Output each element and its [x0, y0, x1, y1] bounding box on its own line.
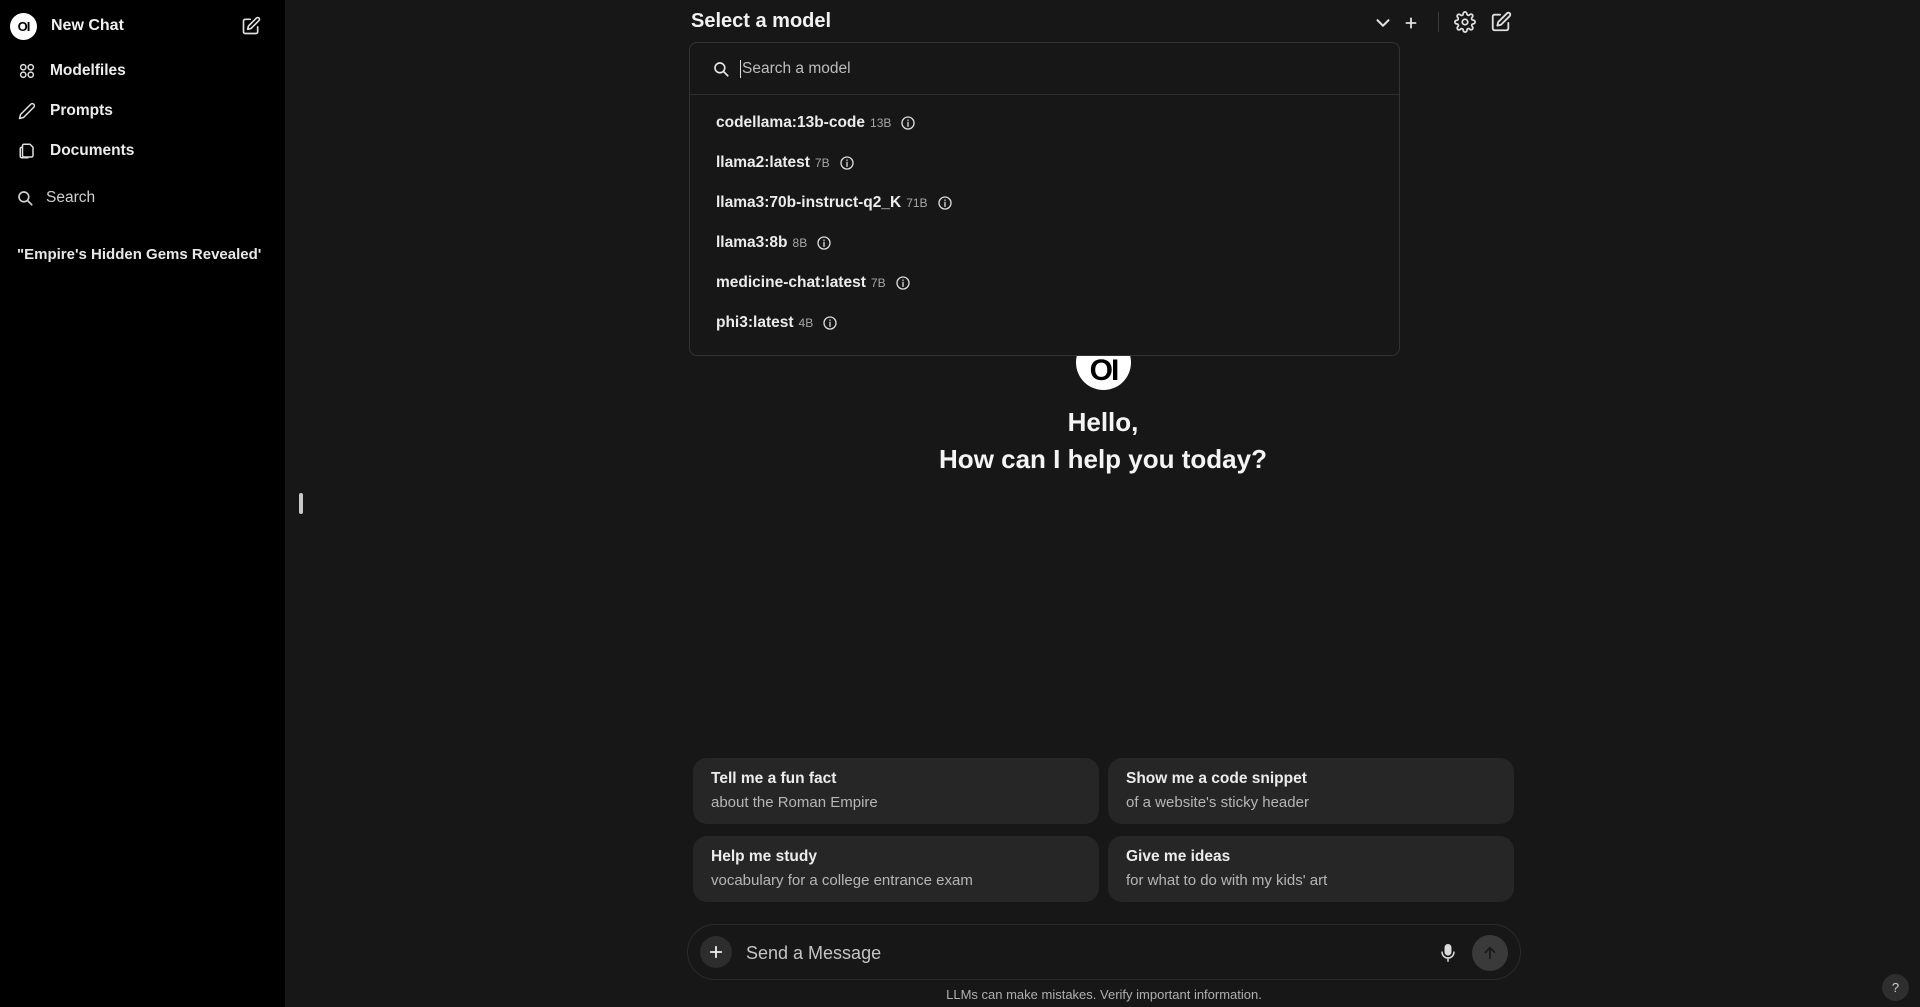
- model-option[interactable]: medicine-chat:latest 7B: [690, 263, 1399, 303]
- pencil-square-icon[interactable]: [241, 16, 261, 36]
- grid-icon: [19, 63, 35, 79]
- message-input-bar: [687, 924, 1521, 980]
- model-size: 7B: [814, 156, 830, 170]
- model-size: 7B: [870, 276, 886, 290]
- info-icon[interactable]: [895, 275, 911, 291]
- model-search-bar: [690, 43, 1399, 95]
- assistant-logo-text: OI: [1089, 354, 1120, 387]
- sidebar-search-label: Search: [46, 189, 96, 206]
- message-input[interactable]: [746, 939, 1406, 967]
- sidebar-resize-handle[interactable]: [299, 493, 303, 514]
- model-name: medicine-chat:latest: [716, 274, 866, 291]
- model-size: 71B: [906, 196, 928, 210]
- send-button[interactable]: [1472, 935, 1508, 971]
- help-button[interactable]: ?: [1882, 974, 1909, 1001]
- suggestion-title: Show me a code snippet: [1126, 770, 1307, 787]
- gear-icon[interactable]: [1454, 11, 1476, 33]
- info-icon[interactable]: [839, 155, 855, 171]
- attach-button[interactable]: [700, 936, 732, 968]
- new-chat-button[interactable]: OI New Chat: [10, 10, 265, 42]
- sidebar-item-modelfiles[interactable]: Modelfiles: [10, 54, 265, 88]
- sidebar-item-label: Documents: [50, 142, 135, 159]
- model-name: phi3:latest: [716, 314, 794, 331]
- model-search-input[interactable]: [740, 59, 1340, 78]
- greeting-line-1: Hello,: [1067, 407, 1139, 437]
- suggestion-card[interactable]: Help me study vocabulary for a college e…: [693, 836, 1099, 902]
- model-option[interactable]: codellama:13b-code 13B: [690, 103, 1399, 143]
- plus-icon[interactable]: [1400, 12, 1422, 34]
- info-icon[interactable]: [937, 195, 953, 211]
- sidebar-item-documents[interactable]: Documents: [10, 134, 265, 168]
- sidebar-item-label: Prompts: [50, 102, 113, 119]
- documents-icon: [19, 143, 34, 159]
- suggestion-card[interactable]: Tell me a fun fact about the Roman Empir…: [693, 758, 1099, 824]
- microphone-icon[interactable]: [1437, 942, 1459, 964]
- info-icon[interactable]: [816, 235, 832, 251]
- app-logo: OI: [10, 12, 37, 40]
- toolbar-divider: [1438, 12, 1439, 32]
- suggestion-card[interactable]: Give me ideas for what to do with my kid…: [1108, 836, 1514, 902]
- suggestion-title: Give me ideas: [1126, 848, 1231, 865]
- suggestion-subtitle: for what to do with my kids' art: [1126, 872, 1328, 889]
- search-icon: [714, 61, 729, 77]
- plus-icon: [709, 945, 723, 959]
- info-icon[interactable]: [900, 115, 916, 131]
- sidebar-item-label: Modelfiles: [50, 62, 126, 79]
- model-option[interactable]: phi3:latest 4B: [690, 303, 1399, 343]
- model-size: 13B: [870, 116, 892, 130]
- model-option[interactable]: llama2:latest 7B: [690, 143, 1399, 183]
- chat-history-item[interactable]: "Empire's Hidden Gems Revealed': [10, 242, 270, 266]
- model-size: 4B: [798, 316, 814, 330]
- suggestion-title: Help me study: [711, 848, 817, 865]
- greeting-line-2: How can I help you today?: [939, 444, 1267, 474]
- model-name: llama3:70b-instruct-q2_K: [716, 194, 902, 211]
- suggestion-card[interactable]: Show me a code snippet of a website's st…: [1108, 758, 1514, 824]
- sidebar-search[interactable]: Search: [10, 181, 265, 215]
- chevron-down-icon[interactable]: [1372, 12, 1394, 34]
- suggestion-subtitle: vocabulary for a college entrance exam: [711, 872, 973, 889]
- suggestion-subtitle: about the Roman Empire: [711, 794, 878, 811]
- suggestion-title: Tell me a fun fact: [711, 770, 837, 787]
- sidebar: OI New Chat Modelfiles Prompts Documents…: [0, 0, 285, 1007]
- model-name: llama3:8b: [716, 234, 788, 251]
- model-option[interactable]: llama3:70b-instruct-q2_K 71B: [690, 183, 1399, 223]
- suggestion-subtitle: of a website's sticky header: [1126, 794, 1309, 811]
- pencil-icon: [18, 102, 36, 120]
- info-icon[interactable]: [822, 315, 838, 331]
- model-name: codellama:13b-code: [716, 114, 866, 131]
- sidebar-item-prompts[interactable]: Prompts: [10, 94, 265, 128]
- model-dropdown: codellama:13b-code 13B llama2:latest 7B …: [689, 42, 1400, 356]
- app-root: OI New Chat Modelfiles Prompts Documents…: [0, 0, 1920, 1007]
- model-selector-title[interactable]: Select a model: [691, 10, 831, 33]
- new-chat-icon[interactable]: [1490, 11, 1512, 33]
- model-option[interactable]: llama3:8b 8B: [690, 223, 1399, 263]
- model-size: 8B: [792, 236, 808, 250]
- new-chat-label: New Chat: [51, 17, 124, 34]
- arrow-up-icon: [1484, 946, 1496, 960]
- disclaimer-text: LLMs can make mistakes. Verify important…: [946, 987, 1262, 1002]
- model-name: llama2:latest: [716, 154, 810, 171]
- greeting: Hello, How can I help you today?: [800, 404, 1406, 478]
- search-icon: [18, 191, 33, 206]
- model-list: codellama:13b-code 13B llama2:latest 7B …: [690, 95, 1399, 343]
